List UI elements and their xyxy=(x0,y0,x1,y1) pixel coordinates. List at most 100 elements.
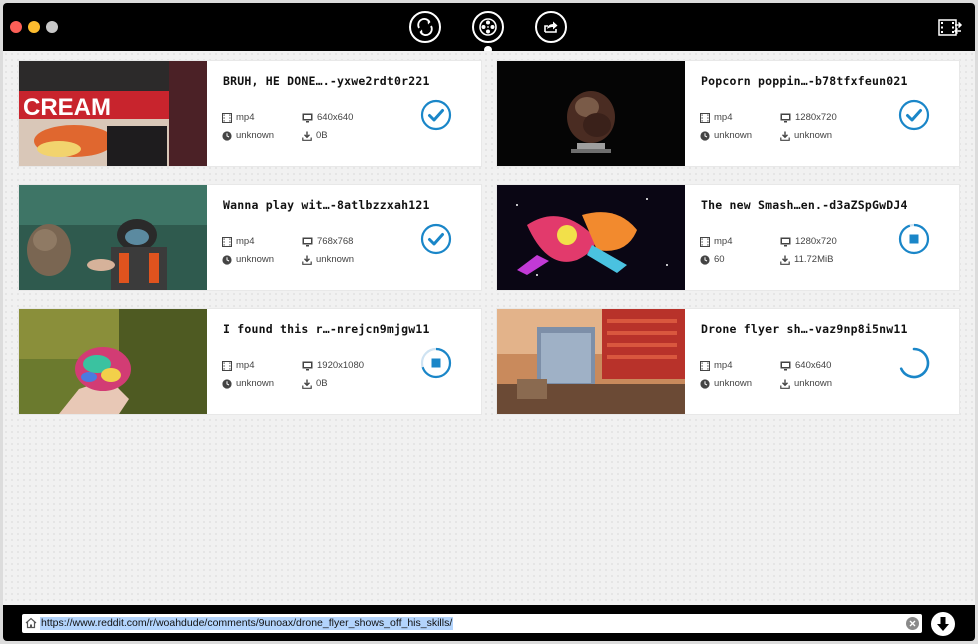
clock-icon xyxy=(700,254,710,265)
video-title: BRUH, HE DONE….-yxwe2rdt0r221 xyxy=(223,74,430,88)
url-input[interactable]: https://www.reddit.com/r/woahdude/commen… xyxy=(22,614,922,633)
video-title: Popcorn poppin…-b78tfxfeun021 xyxy=(701,74,908,88)
format-info: mp4 xyxy=(222,236,254,247)
minimize-window-button[interactable] xyxy=(28,21,40,33)
film-icon xyxy=(700,360,710,371)
downloads-grid: CREAM BRUH, HE DONE….-yxwe2rdt0r221 mp4 … xyxy=(3,51,975,605)
format-value: mp4 xyxy=(714,236,733,247)
size-value: unknown xyxy=(316,254,355,265)
duration-info: unknown xyxy=(222,254,274,265)
film-icon xyxy=(700,236,710,247)
resolution-info: 640x640 xyxy=(302,112,353,123)
resolution-value: 1280x720 xyxy=(795,112,837,123)
format-info: mp4 xyxy=(700,236,732,247)
refresh-button[interactable] xyxy=(409,11,441,43)
duration-value: unknown xyxy=(714,378,753,389)
download-arrow-icon xyxy=(937,617,949,631)
monitor-icon xyxy=(780,361,791,370)
completed-status[interactable] xyxy=(898,99,930,131)
download-size-icon xyxy=(780,379,790,389)
download-size-icon xyxy=(780,131,790,141)
svg-text:CREAM: CREAM xyxy=(23,94,111,121)
clock-icon xyxy=(222,130,232,141)
duration-info: unknown xyxy=(700,378,752,389)
clock-icon xyxy=(222,378,232,389)
duration-info: 60 xyxy=(700,254,725,265)
loading-status xyxy=(898,347,930,379)
duration-info: unknown xyxy=(700,130,752,141)
video-title: Wanna play wit…-8atlbzzxah121 xyxy=(223,198,430,212)
video-thumbnail xyxy=(497,185,685,290)
monitor-icon xyxy=(780,113,791,122)
format-value: mp4 xyxy=(236,360,255,371)
url-text[interactable]: https://www.reddit.com/r/woahdude/commen… xyxy=(40,617,454,630)
video-title: I found this r…-nrejcn9mjgw11 xyxy=(223,322,430,336)
download-item[interactable]: Popcorn poppin…-b78tfxfeun021 mp4 1280x7… xyxy=(497,61,959,166)
film-icon xyxy=(222,360,232,371)
completed-status[interactable] xyxy=(420,99,452,131)
duration-value: 60 xyxy=(714,254,725,265)
download-item[interactable]: CREAM BRUH, HE DONE….-yxwe2rdt0r221 mp4 … xyxy=(19,61,481,166)
close-window-button[interactable] xyxy=(10,21,22,33)
film-reel-icon xyxy=(479,18,497,36)
check-circle-icon xyxy=(898,99,930,131)
download-size-icon xyxy=(302,379,312,389)
size-value: unknown xyxy=(794,378,833,389)
size-value: 0B xyxy=(316,130,328,141)
download-size-icon xyxy=(302,255,312,265)
monitor-icon xyxy=(302,113,313,122)
resolution-value: 1920x1080 xyxy=(317,360,365,371)
video-title: The new Smash…en.-d3aZSpGwDJ4 xyxy=(701,198,908,212)
download-item[interactable]: Drone flyer sh…-vaz9np8i5nw11 mp4 640x64… xyxy=(497,309,959,414)
size-value: 11.72MiB xyxy=(794,254,834,265)
monitor-icon xyxy=(302,361,313,370)
clock-icon xyxy=(700,130,710,141)
duration-value: unknown xyxy=(714,130,753,141)
zoom-window-button[interactable] xyxy=(46,21,58,33)
size-value: unknown xyxy=(794,130,833,141)
clear-icon xyxy=(909,620,916,627)
downloads-tab-button[interactable] xyxy=(472,11,504,43)
stop-download-button[interactable] xyxy=(420,347,452,379)
size-info: 11.72MiB xyxy=(780,254,833,265)
size-value: 0B xyxy=(316,378,328,389)
size-info: unknown xyxy=(302,254,354,265)
convert-button[interactable] xyxy=(937,17,963,39)
duration-info: unknown xyxy=(222,378,274,389)
format-info: mp4 xyxy=(222,112,254,123)
video-thumbnail xyxy=(497,61,685,166)
duration-info: unknown xyxy=(222,130,274,141)
clock-icon xyxy=(700,378,710,389)
resolution-value: 640x640 xyxy=(317,112,354,123)
completed-status[interactable] xyxy=(420,223,452,255)
download-item[interactable]: Wanna play wit…-8atlbzzxah121 mp4 768x76… xyxy=(19,185,481,290)
resolution-value: 1280x720 xyxy=(795,236,837,247)
resolution-info: 1920x1080 xyxy=(302,360,364,371)
download-item[interactable]: The new Smash…en.-d3aZSpGwDJ4 mp4 1280x7… xyxy=(497,185,959,290)
monitor-icon xyxy=(780,237,791,246)
film-icon xyxy=(222,236,232,247)
resolution-info: 768x768 xyxy=(302,236,353,247)
share-icon xyxy=(544,21,558,33)
check-circle-icon xyxy=(420,223,452,255)
clear-url-button[interactable] xyxy=(906,617,919,630)
refresh-icon xyxy=(417,18,433,36)
resolution-info: 1280x720 xyxy=(780,236,837,247)
stop-download-button[interactable] xyxy=(898,223,930,255)
duration-value: unknown xyxy=(236,130,275,141)
size-info: 0B xyxy=(302,378,328,389)
home-icon xyxy=(25,617,37,629)
download-button[interactable] xyxy=(931,612,955,636)
format-value: mp4 xyxy=(236,236,255,247)
stop-progress-icon xyxy=(420,347,452,379)
video-thumbnail xyxy=(19,185,207,290)
app-window: CREAM BRUH, HE DONE….-yxwe2rdt0r221 mp4 … xyxy=(3,3,975,641)
download-size-icon xyxy=(302,131,312,141)
video-thumbnail: CREAM xyxy=(19,61,207,166)
download-item[interactable]: I found this r…-nrejcn9mjgw11 mp4 1920x1… xyxy=(19,309,481,414)
share-button[interactable] xyxy=(535,11,567,43)
video-thumbnail xyxy=(497,309,685,414)
film-icon xyxy=(222,112,232,123)
format-info: mp4 xyxy=(222,360,254,371)
stop-progress-icon xyxy=(898,223,930,255)
